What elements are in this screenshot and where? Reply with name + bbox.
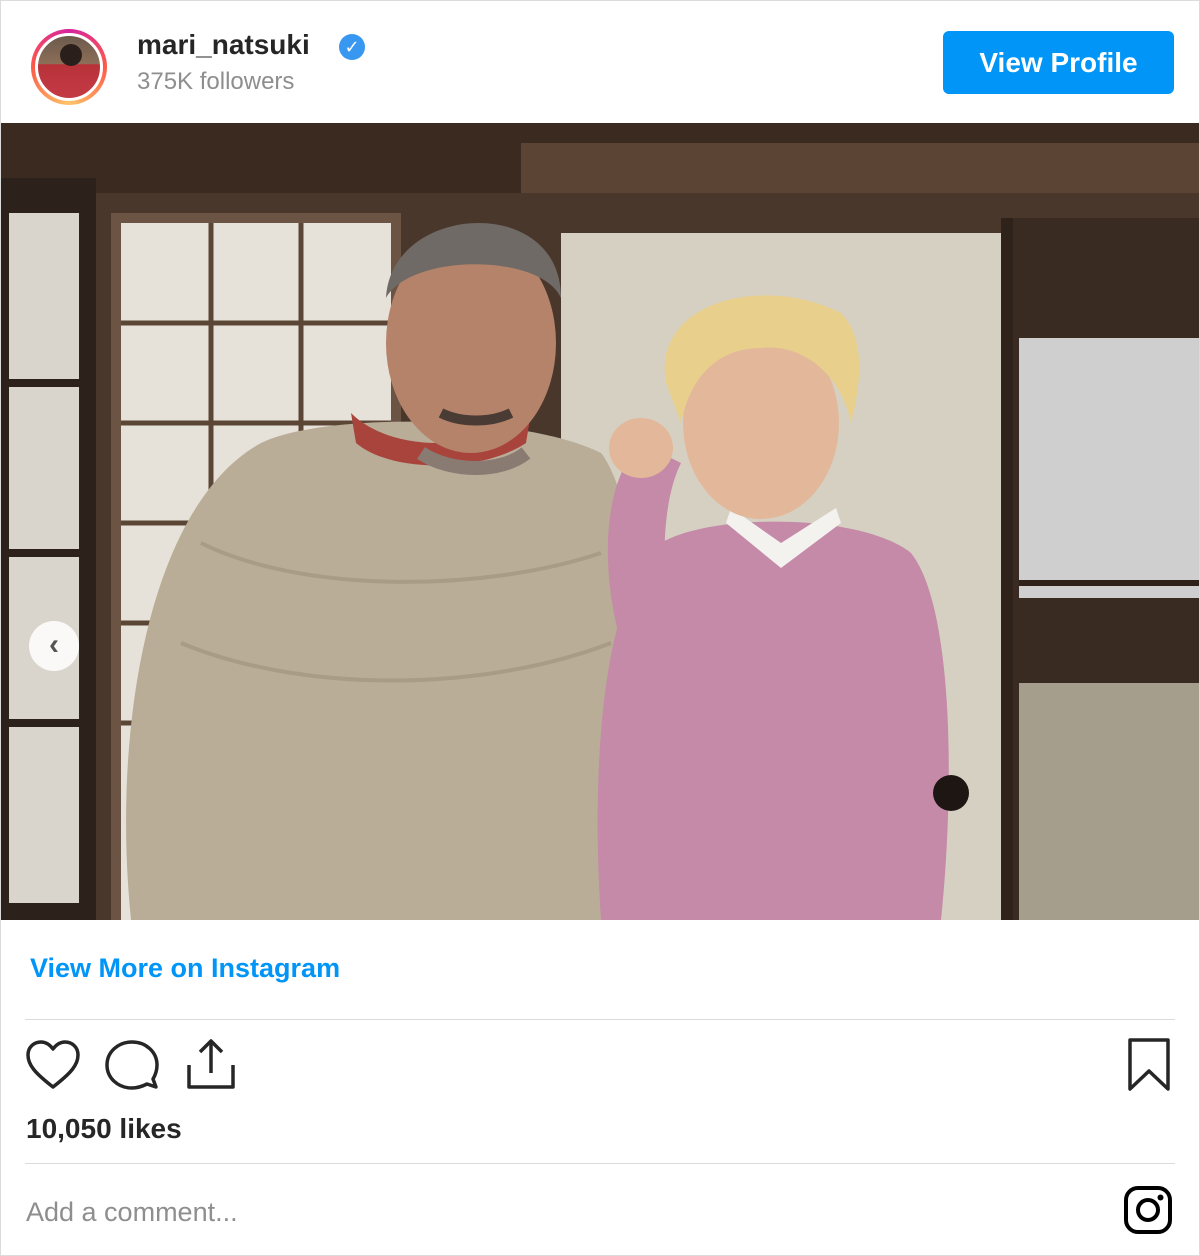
post-photo[interactable]: ‹ <box>1 123 1199 920</box>
carousel-prev-button[interactable]: ‹ <box>29 621 79 671</box>
divider <box>25 1163 1175 1164</box>
comment-icon[interactable] <box>103 1039 159 1091</box>
photo-scene <box>1 123 1199 920</box>
verified-badge-icon: ✓ <box>339 34 365 60</box>
instagram-logo-icon[interactable] <box>1123 1185 1173 1235</box>
follower-count: 375K followers <box>137 68 295 95</box>
post-header: mari_natsuki ✓ 375K followers View Profi… <box>1 1 1199 123</box>
instagram-embed-card: mari_natsuki ✓ 375K followers View Profi… <box>0 0 1200 1256</box>
divider <box>25 1019 1175 1020</box>
username-link[interactable]: mari_natsuki <box>137 29 310 61</box>
view-more-link[interactable]: View More on Instagram <box>30 953 340 984</box>
avatar-figure <box>60 44 82 66</box>
bookmark-icon[interactable] <box>1126 1037 1172 1093</box>
view-profile-button[interactable]: View Profile <box>943 31 1174 94</box>
avatar-image <box>35 33 103 101</box>
heart-icon[interactable] <box>25 1039 81 1091</box>
share-icon[interactable] <box>185 1037 237 1091</box>
like-count: 10,050 likes <box>26 1113 182 1144</box>
comment-input[interactable]: Add a comment... <box>26 1197 238 1228</box>
avatar[interactable] <box>31 29 107 105</box>
